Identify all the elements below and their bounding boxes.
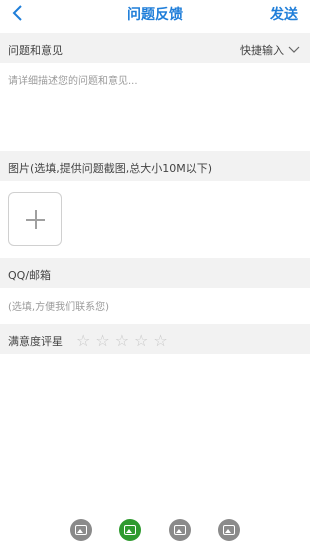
images-label: 图片(选填,提供问题截图,总大小10M以下) bbox=[8, 162, 213, 175]
star-icon[interactable]: ☆ bbox=[153, 332, 167, 350]
image-icon bbox=[124, 525, 137, 535]
image-tab[interactable] bbox=[119, 519, 142, 541]
contact-label: QQ/邮箱 bbox=[8, 269, 52, 282]
image-icon bbox=[222, 525, 235, 535]
add-image-button[interactable] bbox=[8, 192, 62, 246]
image-tab[interactable] bbox=[168, 519, 191, 541]
issue-label: 问题和意见 bbox=[8, 44, 63, 57]
quick-input-button[interactable]: 快捷输入 bbox=[240, 42, 300, 58]
images-section-header: 图片(选填,提供问题截图,总大小10M以下) bbox=[0, 151, 310, 181]
image-tab[interactable] bbox=[217, 519, 240, 541]
chevron-down-icon bbox=[288, 46, 300, 53]
contact-section-header: QQ/邮箱 bbox=[0, 258, 310, 288]
star-icon[interactable]: ☆ bbox=[115, 332, 129, 350]
image-tabs bbox=[70, 519, 240, 541]
nav-bar: 问题反馈 发送 bbox=[0, 0, 310, 30]
rating-label: 满意度评星 bbox=[8, 335, 63, 348]
rating-stars: ☆ ☆ ☆ ☆ ☆ bbox=[76, 332, 168, 350]
contact-input[interactable]: (选填,方便我们联系您) bbox=[8, 298, 109, 313]
image-tab[interactable] bbox=[70, 519, 92, 541]
quick-input-label: 快捷输入 bbox=[240, 44, 284, 57]
issue-section-header: 问题和意见 快捷输入 bbox=[0, 33, 310, 63]
issue-textarea[interactable]: 请详细描述您的问题和意见... bbox=[8, 72, 138, 87]
send-button[interactable]: 发送 bbox=[270, 4, 298, 24]
image-icon bbox=[75, 525, 87, 535]
star-icon[interactable]: ☆ bbox=[95, 332, 109, 350]
page-title: 问题反馈 bbox=[127, 7, 183, 23]
star-icon[interactable]: ☆ bbox=[134, 332, 148, 350]
image-icon bbox=[173, 525, 186, 535]
star-icon[interactable]: ☆ bbox=[76, 332, 90, 350]
